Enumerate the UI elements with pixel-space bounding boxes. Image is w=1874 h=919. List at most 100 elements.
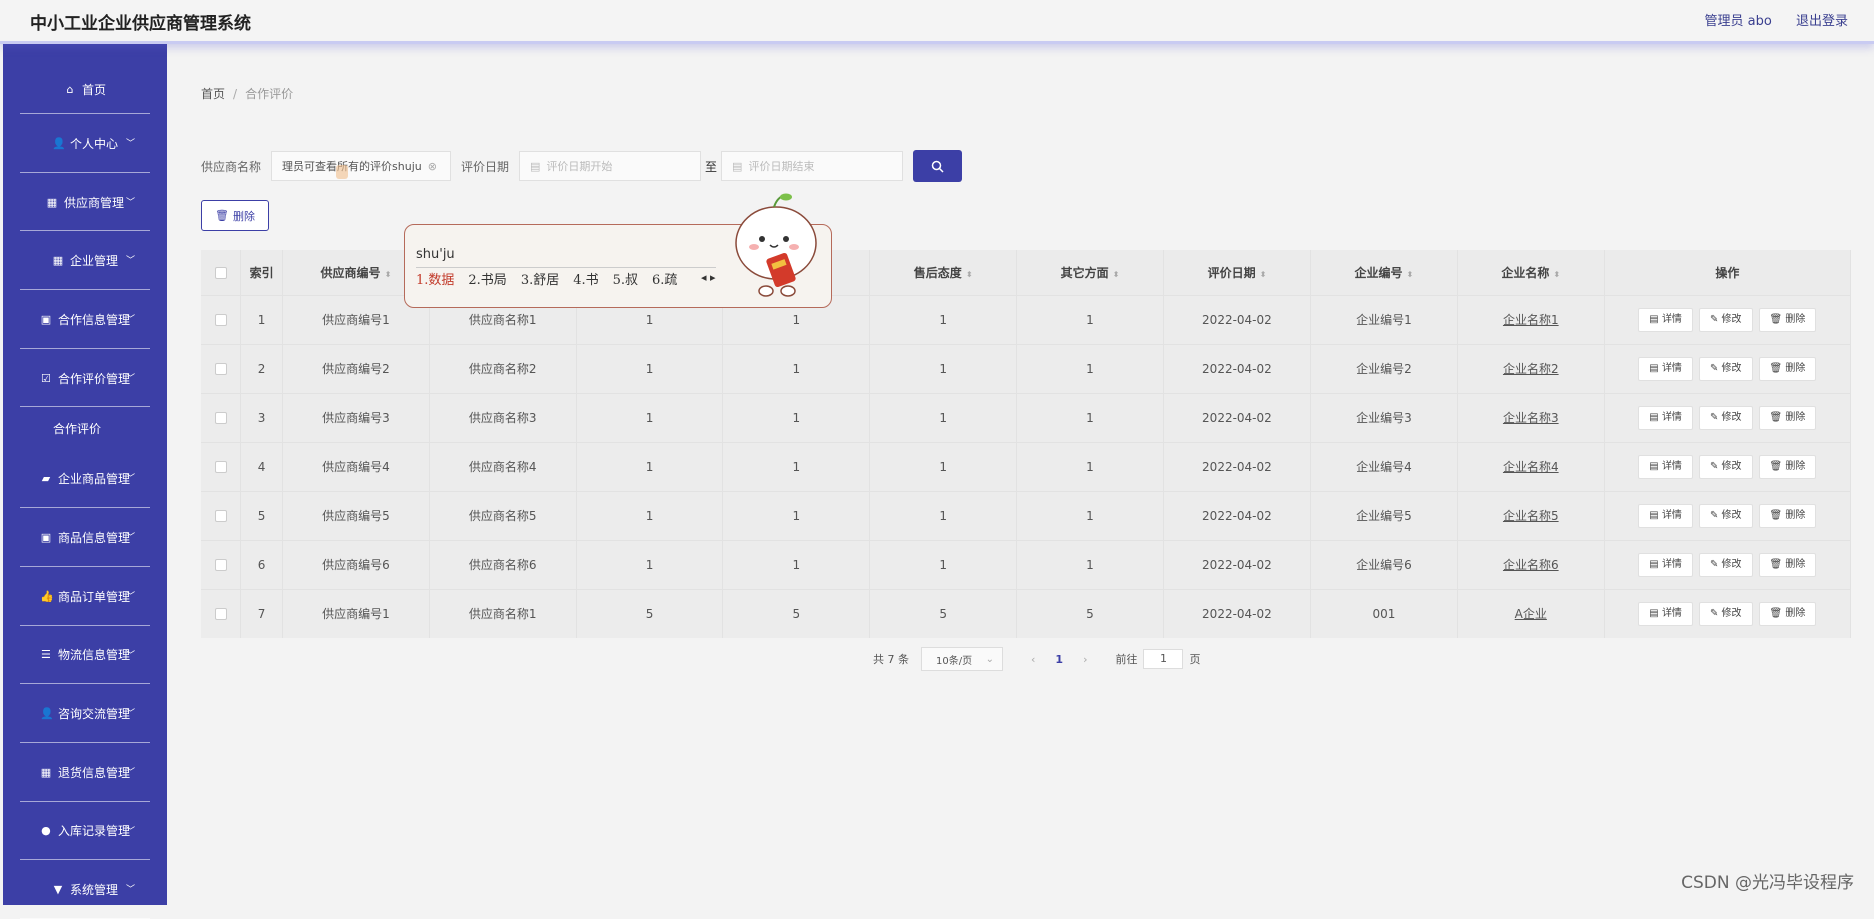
sidebar-item[interactable]: ☰物流信息管理﹀ — [3, 626, 167, 685]
delete-button[interactable]: 🗑 删除 — [1759, 357, 1817, 381]
ime-candidate[interactable]: 4.书 — [573, 273, 598, 288]
search-button[interactable] — [913, 150, 962, 182]
date-end-input[interactable]: ▤ 评价日期结束 — [721, 151, 903, 181]
detail-button[interactable]: ▤ 详情 — [1638, 406, 1693, 430]
row-checkbox[interactable] — [215, 461, 227, 473]
detail-button[interactable]: ▤ 详情 — [1638, 553, 1693, 577]
trash-icon: 🗑 — [1770, 559, 1786, 570]
detail-button-label: 详情 — [1662, 363, 1682, 374]
sort-icon[interactable]: ⬍ — [1113, 270, 1120, 279]
ime-candidate[interactable]: 1.数据 — [416, 273, 454, 288]
column-header[interactable]: 评价日期⬍ — [1163, 250, 1310, 295]
sort-icon[interactable]: ⬍ — [966, 270, 973, 279]
row-checkbox[interactable] — [215, 510, 227, 522]
column-header-label: 企业名称 — [1501, 266, 1549, 280]
table-cell: 4 — [241, 442, 283, 491]
edit-button[interactable]: ✎ 修改 — [1699, 357, 1753, 381]
sidebar-item[interactable]: ▦企业管理﹀ — [3, 231, 167, 290]
delete-button[interactable]: 🗑 删除 — [1759, 602, 1817, 626]
ime-candidate[interactable]: 2.书局 — [468, 273, 506, 288]
goto-label: 前往 — [1115, 651, 1137, 667]
total-count: 共 7 条 — [873, 651, 909, 667]
column-header[interactable]: 企业编号⬍ — [1310, 250, 1457, 295]
sort-icon[interactable]: ⬍ — [385, 270, 392, 279]
sidebar-item[interactable]: 👤咨询交流管理﹀ — [3, 684, 167, 743]
row-checkbox[interactable] — [215, 314, 227, 326]
ime-page-arrows[interactable]: ◂ ▸ — [701, 271, 716, 284]
row-checkbox[interactable] — [215, 559, 227, 571]
row-checkbox[interactable] — [215, 608, 227, 620]
trash-icon: 🗑 — [1770, 608, 1786, 619]
current-page[interactable]: 1 — [1055, 653, 1063, 666]
row-checkbox[interactable] — [215, 412, 227, 424]
edit-button[interactable]: ✎ 修改 — [1699, 455, 1753, 479]
edit-button[interactable]: ✎ 修改 — [1699, 602, 1753, 626]
edit-button[interactable]: ✎ 修改 — [1699, 308, 1753, 332]
sidebar-item[interactable]: ▦退货信息管理﹀ — [3, 743, 167, 802]
date-start-input[interactable]: ▤ 评价日期开始 — [519, 151, 701, 181]
column-header[interactable]: 索引 — [241, 250, 283, 295]
delete-button[interactable]: 🗑 删除 — [1759, 455, 1817, 479]
edit-button[interactable]: ✎ 修改 — [1699, 553, 1753, 577]
sidebar-item[interactable]: ☑合作评价管理﹀ — [3, 349, 167, 408]
row-checkbox-cell — [201, 442, 241, 491]
edit-button[interactable]: ✎ 修改 — [1699, 504, 1753, 528]
column-header[interactable]: 操作 — [1604, 250, 1850, 295]
column-header[interactable]: 其它方面⬍ — [1017, 250, 1164, 295]
detail-icon: ▤ — [1649, 608, 1662, 619]
sidebar-item[interactable]: ⌂首页 — [3, 44, 167, 114]
sidebar-item[interactable]: ▣合作信息管理﹀ — [3, 290, 167, 349]
prev-page-button[interactable]: ‹ — [1031, 653, 1035, 666]
detail-button[interactable]: ▤ 详情 — [1638, 455, 1693, 479]
sidebar-subitem-cooperation-evaluation[interactable]: 合作评价 — [3, 407, 167, 449]
detail-icon: ▤ — [1649, 510, 1662, 521]
detail-button[interactable]: ▤ 详情 — [1638, 357, 1693, 381]
detail-button[interactable]: ▤ 详情 — [1638, 602, 1693, 626]
select-all-checkbox[interactable] — [215, 267, 227, 279]
edit-button-label: 修改 — [1722, 461, 1742, 472]
sidebar-item[interactable]: ▼系统管理﹀ — [3, 860, 167, 919]
sidebar-item[interactable]: ▰企业商品管理﹀ — [3, 449, 167, 508]
table-cell: 5 — [870, 589, 1017, 638]
delete-button-label: 删除 — [1785, 412, 1805, 423]
sidebar-item[interactable]: ▣商品信息管理﹀ — [3, 508, 167, 567]
batch-delete-button[interactable]: 🗑 删除 — [201, 200, 269, 231]
supplier-name-input[interactable]: 理员可查看所有的评价shuju ⊗ — [271, 151, 451, 181]
detail-button[interactable]: ▤ 详情 — [1638, 504, 1693, 528]
sidebar-item[interactable]: 👍商品订单管理﹀ — [3, 567, 167, 626]
delete-button[interactable]: 🗑 删除 — [1759, 504, 1817, 528]
column-header[interactable]: 企业名称 ⬍ — [1457, 250, 1604, 295]
row-checkbox[interactable] — [215, 363, 227, 375]
ime-candidate[interactable]: 3.舒居 — [521, 273, 559, 288]
sidebar-item[interactable]: ▦供应商管理﹀ — [3, 173, 167, 232]
column-header[interactable]: 售后态度⬍ — [870, 250, 1017, 295]
trash-icon: 🗑 — [1770, 461, 1786, 472]
detail-button[interactable]: ▤ 详情 — [1638, 308, 1693, 332]
sort-icon[interactable]: ⬍ — [1553, 270, 1560, 279]
delete-button[interactable]: 🗑 删除 — [1759, 553, 1817, 577]
sort-icon[interactable]: ⬍ — [1260, 270, 1267, 279]
sort-icon[interactable]: ⬍ — [1407, 270, 1414, 279]
mascot-icon — [730, 187, 822, 299]
logout-link[interactable]: 退出登录 — [1796, 14, 1848, 29]
ime-candidate[interactable]: 6.疏 — [652, 273, 677, 288]
breadcrumb-home[interactable]: 首页 — [201, 87, 225, 101]
edit-button[interactable]: ✎ 修改 — [1699, 406, 1753, 430]
sidebar-item-label: 企业管理 — [70, 252, 118, 269]
page-size-select[interactable]: 10条/页 ⌄ — [921, 647, 1003, 671]
detail-button-label: 详情 — [1662, 314, 1682, 325]
delete-button[interactable]: 🗑 删除 — [1759, 406, 1817, 430]
sidebar-item[interactable]: ●入库记录管理﹀ — [3, 802, 167, 861]
ime-candidate[interactable]: 5.叔 — [613, 273, 638, 288]
clear-icon[interactable]: ⊗ — [428, 160, 437, 173]
actions-cell: ▤ 详情✎ 修改🗑 删除 — [1604, 393, 1850, 442]
user-label[interactable]: 管理员 abo — [1705, 14, 1772, 29]
delete-button[interactable]: 🗑 删除 — [1759, 308, 1817, 332]
row-checkbox-cell — [201, 344, 241, 393]
search-bar: 供应商名称 理员可查看所有的评价shuju ⊗ 评价日期 ▤ 评价日期开始 至 … — [201, 150, 962, 182]
table-cell: 5 — [723, 589, 870, 638]
sidebar-item[interactable]: 👤个人中心﹀ — [3, 114, 167, 173]
next-page-button[interactable]: › — [1083, 653, 1087, 666]
table-cell: 供应商名称5 — [429, 491, 576, 540]
goto-page-input[interactable]: 1 — [1143, 649, 1183, 669]
